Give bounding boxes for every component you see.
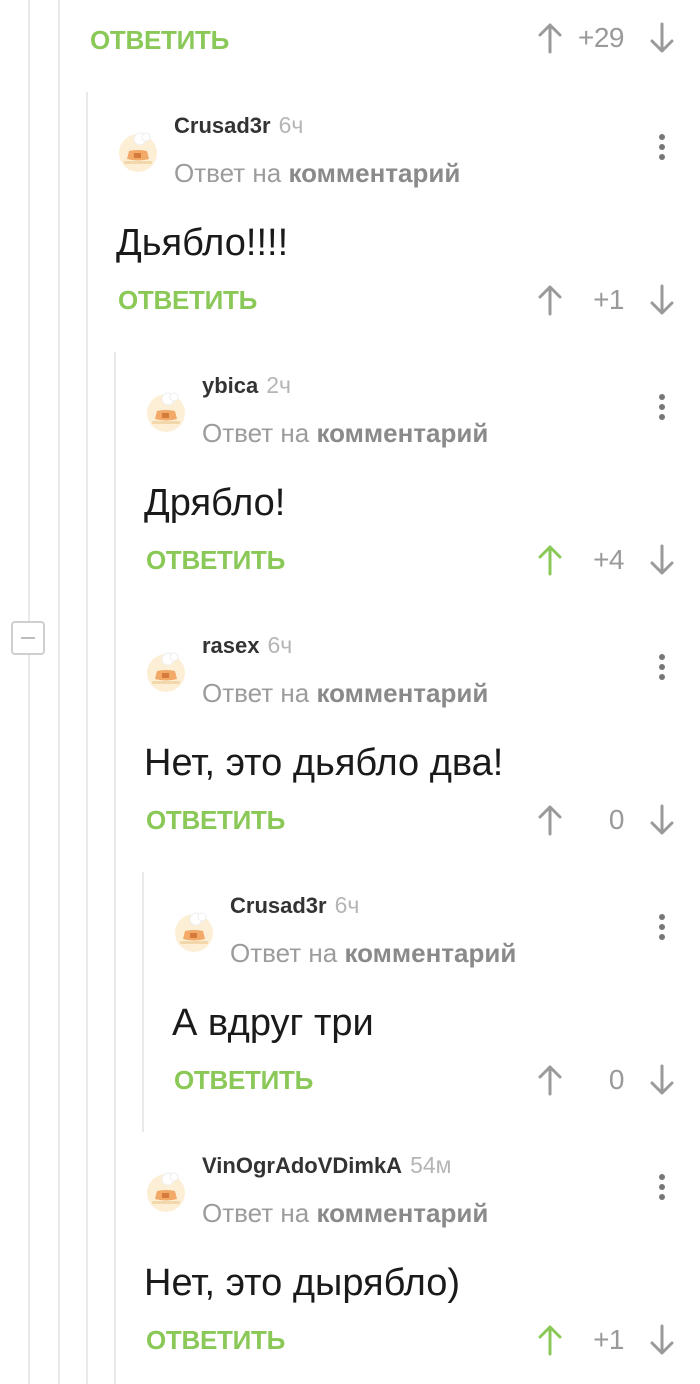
reply-to-prefix: Ответ на bbox=[230, 938, 338, 968]
reply-to-line: Ответ на комментарий bbox=[202, 678, 488, 709]
reply-to-line: Ответ на комментарий bbox=[230, 938, 516, 969]
downvote-arrow-icon[interactable] bbox=[647, 1060, 677, 1100]
reply-to-link[interactable]: комментарий bbox=[316, 678, 488, 708]
thread-line bbox=[114, 352, 116, 1384]
reply-to-link[interactable]: комментарий bbox=[316, 418, 488, 448]
vote-score: +29 bbox=[578, 22, 625, 53]
upvote-arrow-icon[interactable] bbox=[535, 1320, 565, 1360]
downvote-arrow-icon[interactable] bbox=[647, 800, 677, 840]
reply-to-prefix: Ответ на bbox=[202, 678, 310, 708]
comment-text: Дрябло! bbox=[144, 482, 286, 524]
comment-time: 6ч bbox=[278, 112, 304, 138]
comment-time: 6ч bbox=[267, 632, 293, 658]
author-name[interactable]: VinOgrAdoVDimkA bbox=[202, 1153, 402, 1178]
reply-to-line: Ответ на комментарий bbox=[202, 418, 488, 449]
comment-text: Дьябло!!!! bbox=[116, 222, 289, 264]
reply-button[interactable]: ОТВЕТИТЬ bbox=[146, 1325, 285, 1356]
more-options-icon[interactable] bbox=[652, 907, 672, 947]
more-options-icon[interactable] bbox=[652, 1167, 672, 1207]
reply-button[interactable]: ОТВЕТИТЬ bbox=[90, 25, 229, 56]
thread-line bbox=[28, 0, 30, 1384]
more-options-icon[interactable] bbox=[652, 647, 672, 687]
vote-controls: +1 bbox=[530, 1320, 690, 1360]
avatar[interactable] bbox=[144, 1169, 188, 1213]
reply-to-prefix: Ответ на bbox=[174, 158, 282, 188]
vote-controls: +1 bbox=[530, 280, 690, 320]
author-name[interactable]: Crusad3r bbox=[174, 113, 271, 138]
reply-button[interactable]: ОТВЕТИТЬ bbox=[118, 285, 257, 316]
avatar[interactable] bbox=[172, 909, 216, 953]
reply-to-link[interactable]: комментарий bbox=[288, 158, 460, 188]
reply-button[interactable]: ОТВЕТИТЬ bbox=[146, 545, 285, 576]
upvote-arrow-icon[interactable] bbox=[535, 18, 565, 58]
more-options-icon[interactable] bbox=[652, 127, 672, 167]
reply-to-prefix: Ответ на bbox=[202, 1198, 310, 1228]
thread-line bbox=[58, 0, 60, 1384]
upvote-arrow-icon[interactable] bbox=[535, 1060, 565, 1100]
upvote-arrow-icon[interactable] bbox=[535, 280, 565, 320]
reply-button[interactable]: ОТВЕТИТЬ bbox=[146, 805, 285, 836]
upvote-arrow-icon[interactable] bbox=[535, 540, 565, 580]
downvote-arrow-icon[interactable] bbox=[647, 280, 677, 320]
avatar[interactable] bbox=[116, 129, 160, 173]
reply-button[interactable]: ОТВЕТИТЬ bbox=[174, 1065, 313, 1096]
comment-time: 2ч bbox=[266, 372, 292, 398]
vote-score: +1 bbox=[593, 284, 624, 315]
comment-time: 6ч bbox=[334, 892, 360, 918]
reply-to-link[interactable]: комментарий bbox=[344, 938, 516, 968]
vote-controls: 0 bbox=[530, 1060, 690, 1100]
downvote-arrow-icon[interactable] bbox=[647, 18, 677, 58]
downvote-arrow-icon[interactable] bbox=[647, 1320, 677, 1360]
author-name[interactable]: rasex bbox=[202, 633, 260, 658]
vote-score: +4 bbox=[593, 544, 624, 575]
collapse-thread-button[interactable] bbox=[11, 621, 45, 655]
avatar[interactable] bbox=[144, 649, 188, 693]
comment-text: Нет, это дырябло) bbox=[144, 1262, 461, 1304]
vote-controls: 0 bbox=[530, 800, 690, 840]
comment-text: Нет, это дьябло два! bbox=[144, 742, 504, 784]
reply-to-link[interactable]: комментарий bbox=[316, 1198, 488, 1228]
avatar[interactable] bbox=[144, 389, 188, 433]
reply-to-line: Ответ на комментарий bbox=[174, 158, 460, 189]
vote-score: 0 bbox=[608, 1064, 625, 1095]
author-name[interactable]: ybica bbox=[202, 373, 258, 398]
downvote-arrow-icon[interactable] bbox=[647, 540, 677, 580]
vote-score: +1 bbox=[593, 1324, 624, 1355]
comment-time: 54м bbox=[410, 1152, 452, 1178]
comment-text: А вдруг три bbox=[172, 1002, 374, 1044]
thread-line bbox=[86, 92, 88, 1384]
reply-to-line: Ответ на комментарий bbox=[202, 1198, 488, 1229]
vote-score: 0 bbox=[608, 804, 625, 835]
vote-controls: +4 bbox=[530, 540, 690, 580]
more-options-icon[interactable] bbox=[652, 387, 672, 427]
reply-to-prefix: Ответ на bbox=[202, 418, 310, 448]
thread-line bbox=[142, 872, 144, 1132]
upvote-arrow-icon[interactable] bbox=[535, 800, 565, 840]
author-name[interactable]: Crusad3r bbox=[230, 893, 327, 918]
vote-controls: +29 bbox=[530, 18, 690, 58]
